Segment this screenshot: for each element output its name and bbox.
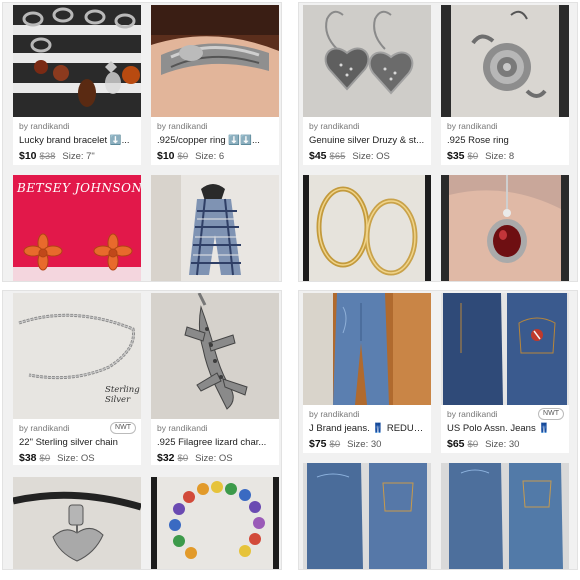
listing-photo[interactable] [441, 293, 569, 405]
listing-card[interactable] [303, 463, 431, 569]
listing-info: by randikandi .925/copper ring ⬇️⬇️... $… [151, 117, 279, 165]
listing-card[interactable] [303, 175, 431, 281]
listing-card[interactable] [151, 477, 279, 569]
price: $65 [447, 438, 465, 450]
listing-title[interactable]: US Polo Assn. Jeans 👖 [447, 421, 564, 437]
original-price: $0 [467, 151, 479, 162]
listing-info: by randikandi NWT US Polo Assn. Jeans 👖 … [441, 405, 569, 453]
seller-name[interactable]: by randikandi [309, 120, 426, 133]
listing-photo[interactable] [441, 175, 569, 281]
listing-photo[interactable] [151, 175, 279, 281]
size-label: Size: OS [57, 453, 95, 464]
price: $10 [157, 150, 175, 162]
seller-name[interactable]: by randikandi [309, 408, 426, 421]
listing-info: by randikandi .925 Filagree lizard char.… [151, 419, 279, 465]
listing-card[interactable]: by randikandi .925/copper ring ⬇️⬇️... $… [151, 5, 279, 165]
price: $45 [309, 150, 327, 162]
quadrant-top-left: by randikandi Lucky brand bracelet ⬇️...… [2, 2, 282, 282]
listing-card[interactable] [151, 175, 279, 281]
listing-photo[interactable] [151, 477, 279, 569]
listing-info: by randikandi Lucky brand bracelet ⬇️...… [13, 117, 141, 165]
original-price: $38 [39, 151, 56, 162]
size-label: Size: 8 [485, 151, 515, 162]
sterling-silver-text: Sterling Silver [105, 385, 140, 405]
listing-photo[interactable] [151, 293, 279, 419]
listing-title[interactable]: 22" Sterling silver chain [19, 435, 136, 451]
listing-title[interactable]: Genuine silver Druzy & st... [309, 133, 426, 149]
listing-title[interactable]: .925 Filagree lizard char... [157, 435, 274, 451]
listing-card[interactable] [441, 175, 569, 281]
listing-photo[interactable] [303, 463, 431, 569]
listing-photo[interactable] [441, 463, 569, 569]
listing-photo[interactable] [303, 175, 431, 281]
quadrant-top-right: by randikandi Genuine silver Druzy & st.… [298, 2, 578, 282]
listing-title[interactable]: .925 Rose ring [447, 133, 564, 149]
listing-card[interactable]: by randikandi J Brand jeans. 👖 REDUC... … [303, 293, 431, 453]
listing-photo[interactable]: BETSEY JOHNSON [13, 175, 141, 281]
price: $38 [19, 452, 37, 464]
listing-info: by randikandi .925 Rose ring $35 $0 Size: … [441, 117, 569, 165]
listing-info: by randikandi Genuine silver Druzy & st.… [303, 117, 431, 165]
price: $10 [19, 150, 37, 162]
size-label: Size: OS [352, 151, 390, 162]
listing-photo[interactable]: Sterling Silver [13, 293, 141, 419]
listing-info: by randikandi NWT 22" Sterling silver ch… [13, 419, 141, 465]
nwt-badge: NWT [538, 408, 564, 420]
listing-card[interactable]: by randikandi .925 Rose ring $35 $0 Size: … [441, 5, 569, 165]
price: $75 [309, 438, 327, 450]
original-price: $65 [329, 151, 346, 162]
listing-card[interactable]: by randikandi Lucky brand bracelet ⬇️...… [13, 5, 141, 165]
size-label: Size: 30 [485, 439, 520, 450]
quadrant-bottom-right: by randikandi J Brand jeans. 👖 REDUC... … [298, 290, 578, 570]
listing-card[interactable]: by randikandi NWT US Polo Assn. Jeans 👖 … [441, 293, 569, 453]
seller-name[interactable]: by randikandi [157, 120, 274, 133]
listing-info: by randikandi J Brand jeans. 👖 REDUC... … [303, 405, 431, 453]
listing-photo[interactable] [303, 293, 431, 405]
original-price: $0 [467, 439, 479, 450]
seller-name[interactable]: by randikandi [157, 422, 274, 435]
listing-title[interactable]: Lucky brand bracelet ⬇️... [19, 133, 136, 149]
listing-photo[interactable] [151, 5, 279, 117]
listing-photo[interactable] [303, 5, 431, 117]
original-price: $0 [177, 453, 189, 464]
listing-photo[interactable] [13, 5, 141, 117]
original-price: $0 [39, 453, 51, 464]
listing-card[interactable]: BETSEY JOHNSON [13, 175, 141, 281]
price: $32 [157, 452, 175, 464]
listing-card[interactable]: by randikandi .925 Filagree lizard char.… [151, 293, 279, 465]
seller-name[interactable]: by randikandi [19, 120, 136, 133]
size-label: Size: OS [195, 453, 233, 464]
original-price: $0 [329, 439, 341, 450]
seller-name[interactable]: by randikandi [447, 120, 564, 133]
listing-card[interactable]: by randikandi Genuine silver Druzy & st.… [303, 5, 431, 165]
listing-photo[interactable] [441, 5, 569, 117]
listing-title[interactable]: .925/copper ring ⬇️⬇️... [157, 133, 274, 149]
price: $35 [447, 150, 465, 162]
collage: by randikandi Lucky brand bracelet ⬇️...… [0, 0, 580, 580]
listing-photo[interactable] [13, 477, 141, 569]
quadrant-bottom-left: Sterling Silver by randikandi NWT 22" St… [2, 290, 282, 570]
size-label: Size: 6 [195, 151, 225, 162]
size-label: Size: 7" [62, 151, 95, 162]
nwt-badge: NWT [110, 422, 136, 434]
listing-card[interactable] [13, 477, 141, 569]
original-price: $0 [177, 151, 189, 162]
size-label: Size: 30 [347, 439, 382, 450]
brand-card-text: BETSEY JOHNSON [17, 181, 141, 195]
listing-title[interactable]: J Brand jeans. 👖 REDUC... [309, 421, 426, 437]
listing-card[interactable] [441, 463, 569, 569]
listing-card[interactable]: Sterling Silver by randikandi NWT 22" St… [13, 293, 141, 465]
